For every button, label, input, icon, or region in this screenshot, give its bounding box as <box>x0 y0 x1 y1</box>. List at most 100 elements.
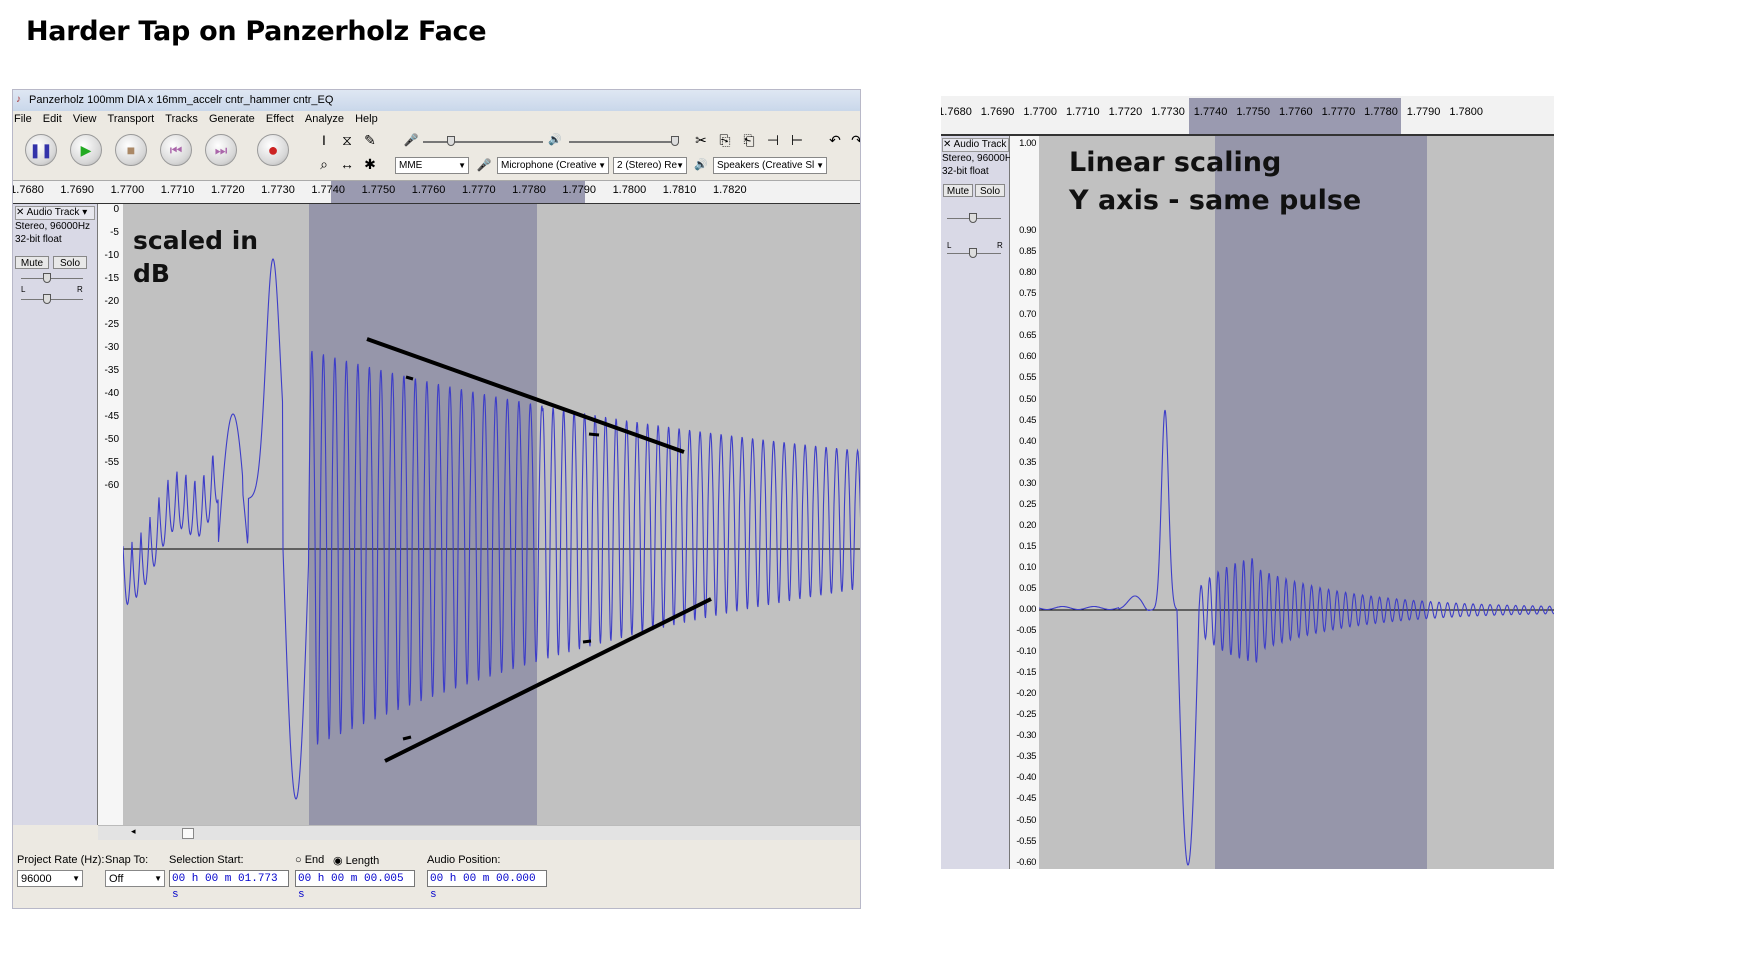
menu-transport[interactable]: Transport <box>108 113 155 125</box>
project-rate-select[interactable]: 96000 ▼ <box>17 870 83 887</box>
amp-tick-label: 0.10 <box>1019 561 1036 573</box>
menu-edit[interactable]: Edit <box>43 113 62 125</box>
ruler-tick-label: 1.7730 <box>1151 106 1185 118</box>
waveform-linear-svg <box>1039 136 1554 869</box>
play-icon[interactable]: ▶ <box>70 134 102 166</box>
track-name-dropdown-linear[interactable]: ✕ Audio Track ▾ <box>942 138 1009 152</box>
speaker-meter-icon: 🔊 <box>548 134 562 146</box>
ruler-tick-label: 1.7740 <box>311 184 346 196</box>
db-tick-label: -5 <box>110 227 119 238</box>
amp-tick-label: 0.55 <box>1019 372 1036 384</box>
record-icon[interactable]: ● <box>257 134 289 166</box>
amp-tick-label: -0.25 <box>1016 709 1036 721</box>
copy-icon[interactable]: ⎘ <box>715 130 735 150</box>
gain-knob-linear[interactable] <box>969 213 977 223</box>
menu-tracks[interactable]: Tracks <box>165 113 198 125</box>
amp-tick-label: 1.00 <box>1019 138 1036 149</box>
menu-generate[interactable]: Generate <box>209 113 255 125</box>
timeshift-tool-icon[interactable]: ↔ <box>337 154 357 174</box>
db-tick-label: -55 <box>104 457 119 468</box>
envelope-tool-icon[interactable]: ⧖ <box>337 130 357 150</box>
menu-analyze[interactable]: Analyze <box>305 113 344 125</box>
track-name-dropdown[interactable]: ✕ Audio Track ▾ <box>15 206 95 220</box>
silence-icon[interactable]: ⊢ <box>787 130 807 150</box>
ruler-tick-label: 1.7700 <box>110 184 145 196</box>
length-radio[interactable]: ◉ Length <box>333 854 379 867</box>
track-control-panel: ✕ Audio Track ▾ Stereo, 96000Hz 32-bit f… <box>13 204 98 825</box>
amp-tick-label: 0.70 <box>1019 309 1036 321</box>
amp-tick-label: -0.40 <box>1016 772 1036 784</box>
output-volume-knob[interactable] <box>671 136 679 146</box>
draw-tool-icon[interactable]: ✎ <box>360 130 380 150</box>
waveform-area-db[interactable]: scaled in dB <box>123 204 860 825</box>
zoom-tool-icon[interactable]: ⌕ <box>314 154 334 174</box>
stop-icon[interactable]: ■ <box>115 134 147 166</box>
undo-icon[interactable]: ↶ <box>825 130 845 150</box>
amp-tick-label: 0.85 <box>1019 246 1036 258</box>
skip-start-icon[interactable]: ⏮ <box>160 134 192 166</box>
db-tick-label: -40 <box>104 388 119 399</box>
window-titlebar: ♪ Panzerholz 100mm DIA x 16mm_accelr cntr… <box>13 90 860 111</box>
paste-icon[interactable]: ⎗ <box>739 130 759 150</box>
waveform-area-linear[interactable]: Linear scaling Y axis - same pulse <box>1039 136 1554 869</box>
menu-view[interactable]: View <box>73 113 97 125</box>
close-icon[interactable]: ✕ <box>16 207 24 218</box>
ruler-tick-label: 1.7800 <box>1449 106 1484 118</box>
linear-scale-annotation: Linear scaling Y axis - same pulse <box>1069 147 1362 216</box>
input-volume-knob[interactable] <box>447 136 455 146</box>
selection-start-field[interactable]: 00 h 00 m 01.773 s <box>169 870 289 901</box>
amp-tick-label: 0.75 <box>1019 288 1036 300</box>
project-rate-label: Project Rate (Hz): <box>17 854 105 866</box>
end-radio[interactable]: ○ End <box>295 854 324 866</box>
ruler-tick-label: 1.7750 <box>1236 106 1271 118</box>
gain-slider[interactable] <box>21 278 83 279</box>
upper-marker-1 <box>405 375 414 381</box>
amp-tick-label: 0.00 <box>1019 604 1036 615</box>
gain-knob[interactable] <box>43 273 51 283</box>
selection-tool-icon[interactable]: I <box>314 130 334 150</box>
multi-tool-icon[interactable]: ✱ <box>360 154 380 174</box>
solo-button-linear[interactable]: Solo <box>975 184 1005 197</box>
snap-to-select[interactable]: Off ▼ <box>105 870 165 887</box>
audacity-window-linear: 1.7680 1.7690 1.7700 1.7710 1.7720 1.7730 1.77… <box>941 96 1554 869</box>
pan-knob-linear[interactable] <box>969 248 977 258</box>
menu-file[interactable]: File <box>14 113 32 125</box>
ruler-tick-label: 1.7820 <box>712 184 747 196</box>
ruler-tick-label: 1.7770 <box>461 184 496 196</box>
scroll-left-arrow-icon[interactable]: ◂ <box>131 826 136 837</box>
input-device-select[interactable]: Microphone (Creative ▼ <box>497 157 609 174</box>
selection-start-label: Selection Start: <box>169 854 244 866</box>
timeline-ruler-linear[interactable]: 1.7680 1.7690 1.7700 1.7710 1.7720 1.7730 1.77… <box>941 96 1554 136</box>
microphone-icon: 🎤 <box>476 158 492 172</box>
pause-icon[interactable]: ❚❚ <box>25 134 57 166</box>
mute-button-linear[interactable]: Mute <box>943 184 973 197</box>
horizontal-scrollbar[interactable]: ◂ <box>98 825 860 840</box>
audio-position-field[interactable]: 00 h 00 m 00.000 s <box>427 870 547 901</box>
skip-end-icon[interactable]: ⏭ <box>205 134 237 166</box>
input-channels-select[interactable]: 2 (Stereo) Re ▼ <box>613 157 687 174</box>
menu-help[interactable]: Help <box>355 113 378 125</box>
ruler-tick-label: 1.7770 <box>1321 106 1356 118</box>
solo-button[interactable]: Solo <box>53 256 87 269</box>
output-volume-slider[interactable] <box>569 141 679 143</box>
pan-knob[interactable] <box>43 294 51 304</box>
close-icon[interactable]: ✕ <box>943 139 951 150</box>
amp-tick-label: 0.05 <box>1019 582 1036 594</box>
pan-slider[interactable] <box>21 299 83 300</box>
audio-host-select[interactable]: MME ▼ <box>395 157 469 174</box>
timeline-ruler[interactable]: 1.7680 1.7690 1.7700 1.7710 1.7720 1.7730 1.77… <box>13 180 860 205</box>
length-field[interactable]: 00 h 00 m 00.005 s <box>295 870 415 901</box>
cut-icon[interactable]: ✂ <box>691 130 711 150</box>
output-device-select[interactable]: Speakers (Creative Sl ▼ <box>713 157 827 174</box>
ruler-tick-label: 1.7710 <box>160 184 195 196</box>
amp-tick-label: 0.15 <box>1019 540 1036 552</box>
mute-button[interactable]: Mute <box>15 256 49 269</box>
db-tick-label: -20 <box>104 296 119 307</box>
redo-icon[interactable]: ↷ <box>847 130 860 150</box>
speaker-icon: 🔊 <box>694 159 708 171</box>
trim-icon[interactable]: ⊣ <box>763 130 783 150</box>
menu-effect[interactable]: Effect <box>266 113 294 125</box>
input-volume-slider[interactable] <box>423 141 543 143</box>
ruler-tick-label: 1.7780 <box>1364 106 1398 118</box>
scroll-thumb[interactable] <box>182 828 194 839</box>
